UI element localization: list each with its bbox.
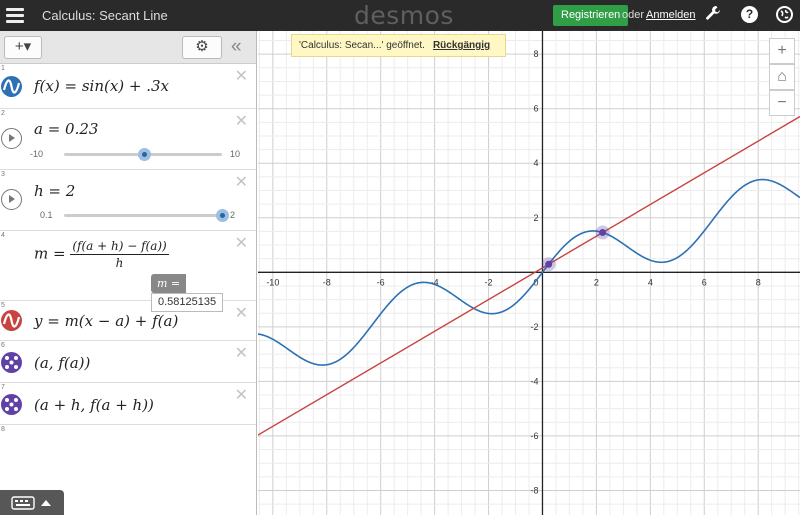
wave-icon[interactable] bbox=[1, 76, 22, 97]
y-tick-label: 2 bbox=[533, 213, 538, 223]
expression-toolbar: +▾ ⚙ « bbox=[0, 31, 256, 64]
login-link[interactable]: Anmelden bbox=[646, 9, 696, 21]
x-tick-label: 4 bbox=[648, 277, 653, 287]
row-index: 3 bbox=[1, 171, 5, 178]
slider-track[interactable] bbox=[64, 209, 229, 222]
expression-latex[interactable]: (a + h, f(a + h)) bbox=[34, 396, 154, 414]
delete-icon[interactable]: ✕ bbox=[235, 346, 248, 362]
expression-row[interactable]: 7 (a + h, f(a + h)) ✕ bbox=[0, 383, 256, 425]
x-tick-label: -8 bbox=[323, 277, 331, 287]
y-tick-label: -8 bbox=[530, 485, 538, 495]
row-index: 1 bbox=[1, 65, 5, 72]
fraction-denominator: h bbox=[115, 256, 124, 270]
keyboard-icon bbox=[11, 496, 35, 510]
delete-icon[interactable]: ✕ bbox=[235, 175, 248, 191]
slider-knob[interactable] bbox=[138, 148, 152, 161]
delete-icon[interactable]: ✕ bbox=[235, 236, 248, 252]
slider-a[interactable]: -10 10 bbox=[30, 146, 244, 162]
expression-latex[interactable]: a = 0.23 bbox=[34, 120, 98, 138]
y-tick-label: 6 bbox=[533, 104, 538, 114]
row-index: 2 bbox=[1, 110, 5, 117]
slider-knob[interactable] bbox=[215, 209, 229, 222]
expression-row[interactable]: 5 y = m(x − a) + f(a) ✕ bbox=[0, 301, 256, 341]
expression-latex[interactable]: f(x) = sin(x) + .3x bbox=[34, 77, 169, 95]
caret-up-icon bbox=[41, 500, 51, 506]
row-index: 5 bbox=[1, 302, 5, 309]
fraction-numerator: (f(a + h) − f(a)) bbox=[70, 239, 169, 255]
or-text: oder bbox=[622, 9, 645, 21]
point bbox=[599, 229, 607, 237]
row-index: 6 bbox=[1, 342, 5, 349]
x-tick-label: 6 bbox=[702, 277, 707, 287]
zoom-in-button[interactable]: + bbox=[769, 38, 795, 64]
toast-message: 'Calculus: Secan...' geöffnet. bbox=[299, 40, 425, 51]
expression-latex[interactable]: h = 2 bbox=[34, 182, 75, 200]
expression-row-empty[interactable]: 8 bbox=[0, 425, 256, 470]
y-tick-label: -2 bbox=[530, 322, 538, 332]
menu-icon[interactable] bbox=[6, 6, 24, 24]
row-index: 4 bbox=[1, 232, 5, 239]
add-item-button[interactable]: +▾ bbox=[4, 36, 42, 59]
collapse-panel-icon[interactable]: « bbox=[231, 36, 242, 58]
expression-row[interactable]: 1 f(x) = sin(x) + .3x ✕ bbox=[0, 64, 256, 109]
expression-row[interactable]: 2 a = 0.23 -10 10 ✕ bbox=[0, 109, 256, 170]
x-tick-label: 8 bbox=[756, 277, 761, 287]
y-tick-label: 4 bbox=[533, 158, 538, 168]
expression-latex[interactable]: (a, f(a)) bbox=[34, 354, 90, 372]
expression-row[interactable]: 4 m = (f(a + h) − f(a)) h m =0.58125135 … bbox=[0, 231, 256, 312]
graph-title[interactable]: Calculus: Secant Line bbox=[42, 8, 168, 23]
evaluation-output: m =0.58125135 bbox=[151, 274, 256, 312]
home-icon[interactable]: ⌂ bbox=[769, 64, 795, 90]
fraction: (f(a + h) − f(a)) h bbox=[70, 239, 169, 270]
x-tick-label: -6 bbox=[377, 277, 385, 287]
slider-max[interactable]: 2 bbox=[230, 210, 235, 220]
slider-max[interactable]: 10 bbox=[230, 149, 240, 159]
row-index: 7 bbox=[1, 384, 5, 391]
x-tick-label: -2 bbox=[485, 277, 493, 287]
expression-panel: +▾ ⚙ « 1 f(x) = sin(x) + .3x ✕ 2 a = 0.2… bbox=[0, 31, 257, 515]
m-variable: m bbox=[34, 244, 49, 263]
delete-icon[interactable]: ✕ bbox=[235, 388, 248, 404]
register-button[interactable]: Registrieren bbox=[553, 5, 629, 26]
x-tick-label: 2 bbox=[594, 277, 599, 287]
zoom-out-button[interactable]: − bbox=[769, 90, 795, 116]
y-tick-label: -6 bbox=[530, 431, 538, 441]
play-icon[interactable] bbox=[1, 189, 22, 210]
undo-toast: 'Calculus: Secan...' geöffnet. Rückgängig bbox=[291, 34, 506, 57]
globe-icon[interactable] bbox=[776, 6, 793, 23]
evaluation-label: m = bbox=[151, 274, 187, 293]
keyboard-toggle-button[interactable] bbox=[0, 490, 64, 515]
top-bar: Calculus: Secant Line desmos Registriere… bbox=[0, 0, 800, 31]
y-tick-label: 8 bbox=[533, 49, 538, 59]
delete-icon[interactable]: ✕ bbox=[235, 69, 248, 85]
slider-min[interactable]: -10 bbox=[30, 149, 58, 159]
expression-latex[interactable]: y = m(x − a) + f(a) bbox=[34, 312, 178, 330]
help-icon[interactable]: ? bbox=[741, 6, 758, 23]
wrench-icon[interactable] bbox=[703, 5, 723, 25]
row-index: 8 bbox=[1, 426, 5, 433]
play-icon[interactable] bbox=[1, 128, 22, 149]
points-icon[interactable] bbox=[1, 352, 22, 373]
point bbox=[545, 260, 553, 268]
expression-latex[interactable]: m = (f(a + h) − f(a)) h bbox=[34, 239, 169, 270]
x-tick-label: -10 bbox=[266, 277, 279, 287]
wave-icon[interactable] bbox=[1, 310, 22, 331]
undo-link[interactable]: Rückgängig bbox=[433, 40, 490, 51]
delete-icon[interactable]: ✕ bbox=[235, 306, 248, 322]
graph-paper[interactable]: -10 -8 -6 -4 -2 2 4 6 8-8-6-4-224680 bbox=[258, 31, 800, 515]
points-icon[interactable] bbox=[1, 394, 22, 415]
expression-row[interactable]: 3 h = 2 0.1 2 ✕ bbox=[0, 170, 256, 231]
expression-row[interactable]: 6 (a, f(a)) ✕ bbox=[0, 341, 256, 383]
slider-h[interactable]: 0.1 2 bbox=[30, 207, 244, 223]
settings-gear-icon[interactable]: ⚙ bbox=[182, 36, 222, 59]
delete-icon[interactable]: ✕ bbox=[235, 114, 248, 130]
slider-track[interactable] bbox=[64, 148, 222, 161]
y-tick-label: -4 bbox=[530, 376, 538, 386]
desmos-logo: desmos bbox=[354, 1, 454, 30]
